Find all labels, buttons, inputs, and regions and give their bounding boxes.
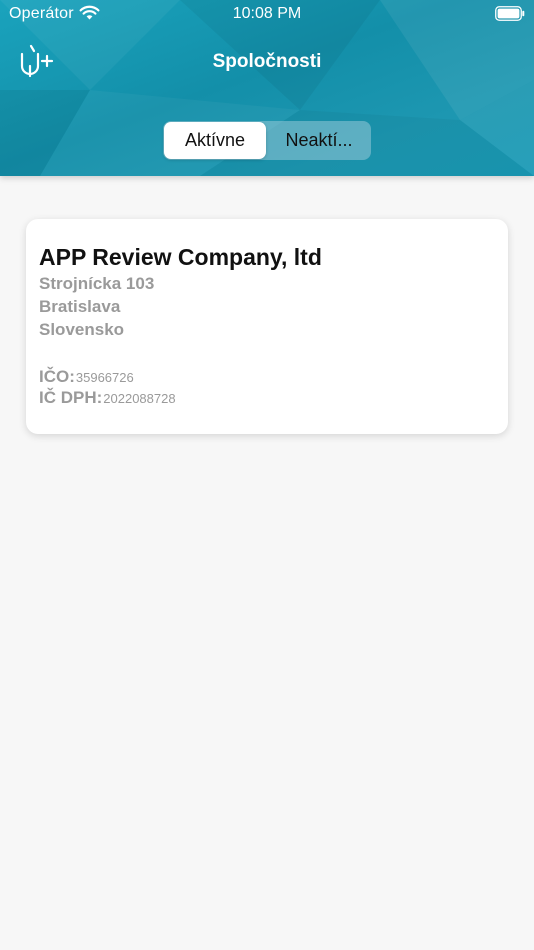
company-card[interactable]: APP Review Company, ltd Strojnícka 103 B…	[26, 219, 508, 434]
navigation-header: Operátor 10:08 PM Spoločnosti Aktívne Ne…	[0, 0, 534, 176]
segment-inactive[interactable]: Neaktí...	[267, 121, 371, 160]
ico-value: 35966726	[75, 370, 134, 385]
company-name: APP Review Company, ltd	[39, 244, 322, 270]
page-title: Spoločnosti	[212, 51, 322, 72]
dic-value: 2022088728	[103, 391, 176, 406]
company-country: Slovensko	[39, 320, 125, 339]
company-dic-row: IČ DPH:2022088728	[39, 388, 176, 408]
status-time: 10:08 PM	[232, 5, 302, 22]
battery-full-icon	[495, 6, 525, 21]
company-ico-row: IČO:35966726	[39, 367, 134, 387]
ico-label: IČO:	[39, 367, 75, 386]
status-bar: Operátor 10:08 PM	[0, 0, 534, 28]
company-street: Strojnícka 103	[39, 274, 155, 293]
company-city: Bratislava	[39, 297, 121, 316]
dic-label: IČ DPH:	[39, 388, 103, 407]
segment-active[interactable]: Aktívne	[164, 122, 266, 159]
status-segmented-control: Aktívne Neaktí...	[163, 121, 371, 160]
